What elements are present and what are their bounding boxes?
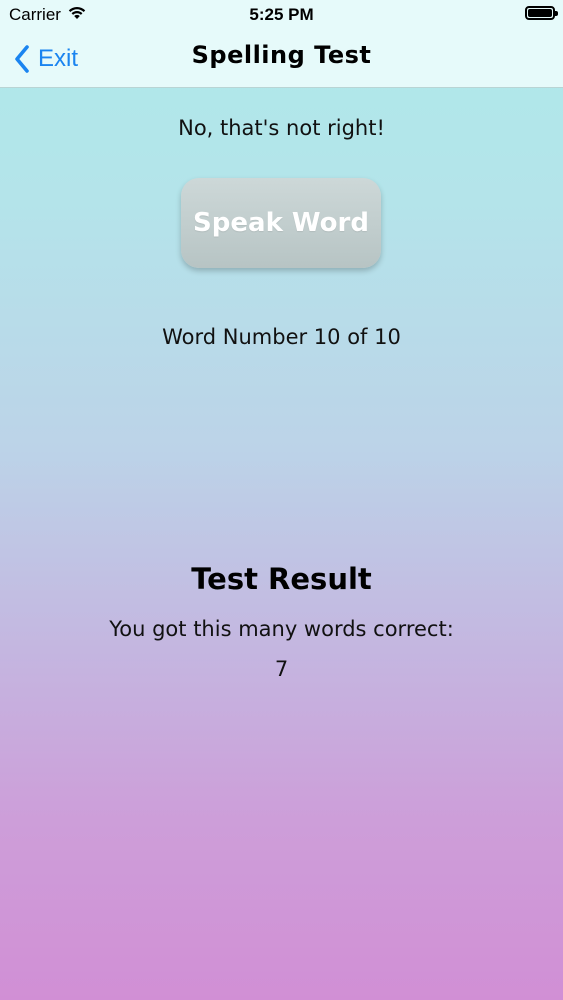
status-time: 5:25 PM [249,5,314,24]
word-progress-label: Word Number 10 of 10 [162,325,401,349]
page-title: Spelling Test [191,41,372,69]
test-result-heading: Test Result [191,562,372,596]
feedback-message: No, that's not right! [178,116,385,140]
status-bar: Carrier 5:25 PM [0,0,563,30]
speak-word-button[interactable]: Speak Word [181,178,381,268]
correct-count-value: 7 [274,657,289,681]
navigation-bar: Exit Spelling Test [0,30,563,88]
speak-word-label: Speak Word [193,208,369,238]
battery-full-icon [525,6,558,20]
correct-count-label: You got this many words correct: [109,617,454,641]
